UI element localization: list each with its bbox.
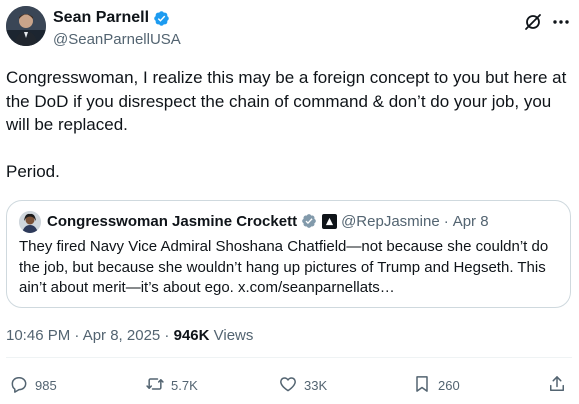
- verified-badge-icon: [153, 10, 170, 27]
- grok-icon[interactable]: [523, 12, 543, 32]
- tweet-paragraph: Congresswoman, I realize this may be a f…: [6, 68, 567, 134]
- author-handle[interactable]: @SeanParnellUSA: [53, 31, 181, 48]
- author-avatar[interactable]: [6, 6, 46, 46]
- author-name[interactable]: Sean Parnell: [53, 9, 149, 27]
- like-button[interactable]: 33K: [278, 374, 327, 397]
- reply-icon: [9, 374, 29, 397]
- more-icon[interactable]: [551, 12, 571, 32]
- quoted-header: Congresswoman Jasmine Crockett @RepJasmi…: [47, 213, 489, 230]
- quoted-tweet[interactable]: Congresswoman Jasmine Crockett @RepJasmi…: [6, 200, 571, 308]
- divider: [6, 357, 572, 358]
- tweet-text: Congresswoman, I realize this may be a f…: [6, 66, 572, 183]
- repost-icon: [145, 374, 165, 397]
- meta-separator: ·: [160, 327, 174, 344]
- bookmark-count: 260: [438, 378, 460, 393]
- share-icon: [547, 374, 567, 397]
- tweet-meta: 10:46 PM · Apr 8, 2025 · 946K Views: [6, 327, 253, 344]
- reply-button[interactable]: 985: [9, 374, 57, 397]
- action-bar: 985 5.7K 33K 260: [0, 370, 579, 400]
- bookmark-button[interactable]: 260: [412, 374, 460, 397]
- verified-badge-icon: [301, 213, 318, 230]
- views-label: Views: [209, 327, 254, 344]
- tweet-paragraph: Period.: [6, 161, 60, 181]
- quoted-author-handle: @RepJasmine: [341, 213, 440, 230]
- author-name-row[interactable]: Sean Parnell: [53, 9, 170, 27]
- quoted-separator: ·: [443, 213, 449, 230]
- quoted-text: They fired Navy Vice Admiral Shoshana Ch…: [19, 238, 549, 296]
- government-badge-icon: [322, 214, 338, 229]
- like-count: 33K: [304, 378, 328, 393]
- share-button[interactable]: [547, 374, 567, 397]
- timestamp[interactable]: 10:46 PM · Apr 8, 2025: [6, 327, 160, 344]
- quoted-author-name: Congresswoman Jasmine Crockett: [47, 213, 298, 230]
- views-count: 946K: [173, 327, 210, 344]
- bookmark-icon: [412, 374, 432, 397]
- quoted-author-avatar: [19, 211, 41, 233]
- like-icon: [278, 374, 298, 397]
- reply-count: 985: [35, 378, 57, 393]
- repost-count: 5.7K: [171, 378, 198, 393]
- tweet: Sean Parnell @SeanParnellUSA Congresswom…: [0, 0, 579, 404]
- quoted-date: Apr 8: [452, 213, 489, 230]
- repost-button[interactable]: 5.7K: [145, 374, 198, 397]
